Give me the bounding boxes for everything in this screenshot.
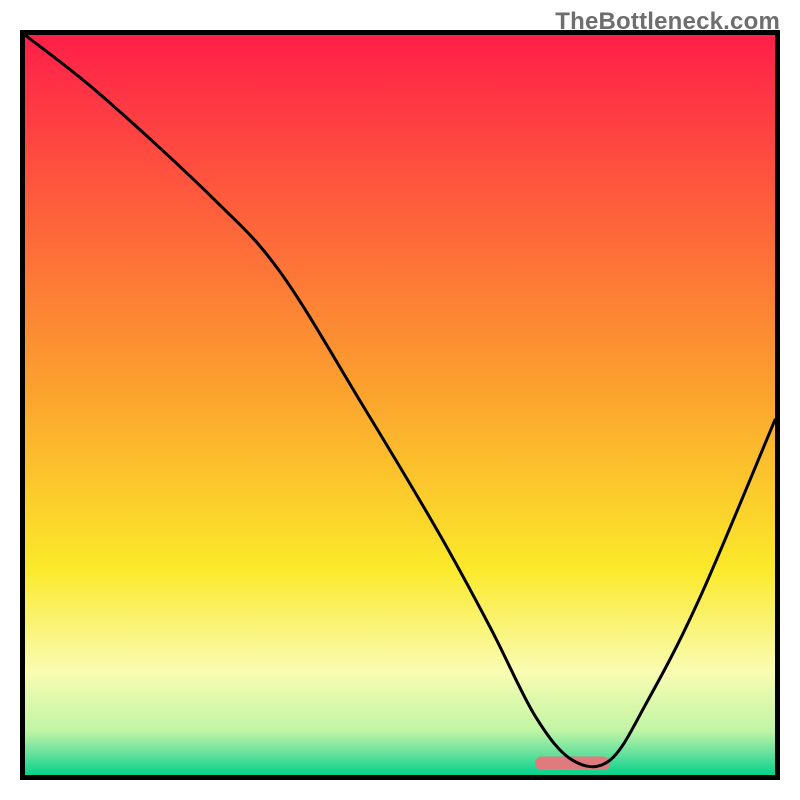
watermark-label: TheBottleneck.com [555, 8, 780, 36]
gradient-background [25, 35, 775, 775]
bottleneck-chart [0, 0, 800, 800]
chart-container: TheBottleneck.com [0, 0, 800, 800]
